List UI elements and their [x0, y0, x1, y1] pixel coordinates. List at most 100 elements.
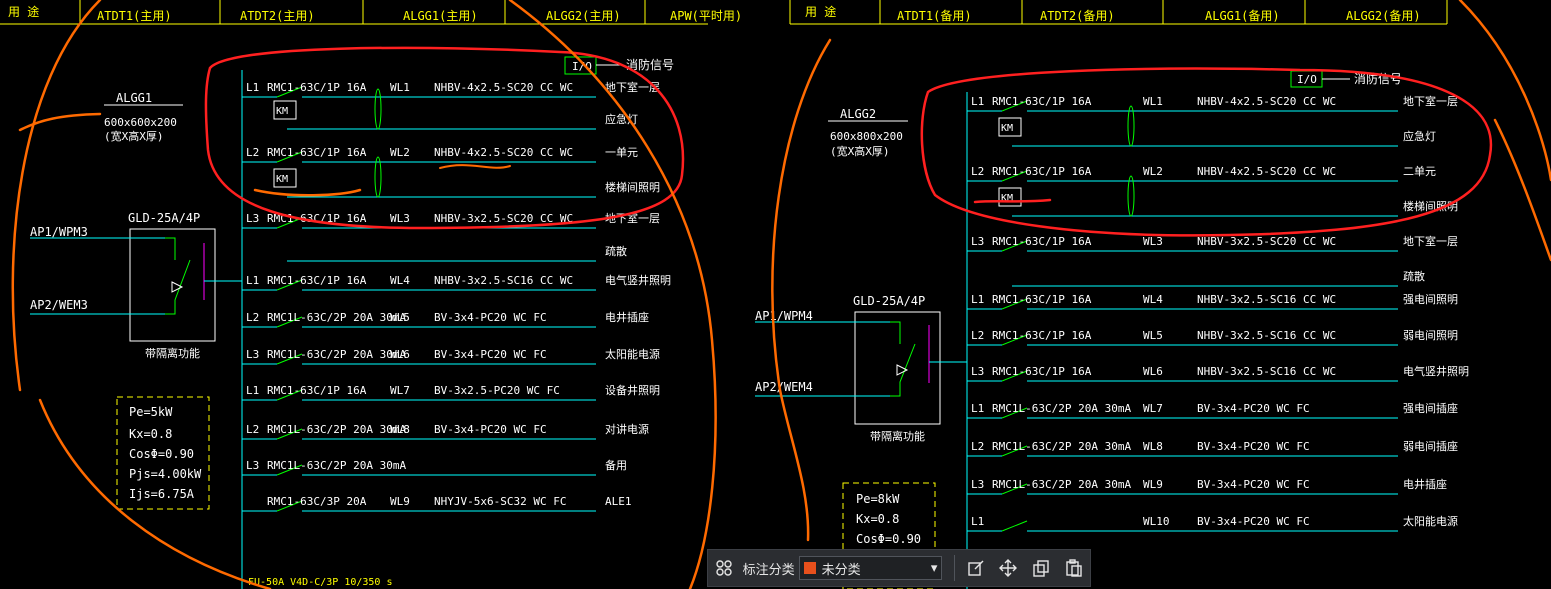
panel-size-note: (宽X高X厚)	[104, 129, 164, 143]
circuit-row[interactable]: L3 RMC1-63C/1P 16A WL3 NHBV-3x2.5-SC20 CC W…	[967, 234, 1458, 252]
circuit-row[interactable]: L1 RMC1-63C/1P 16A WL7 BV-3x2.5-PC20 WC FC 设…	[242, 383, 660, 401]
breaker-label: RMC1-63C/1P 16A	[992, 293, 1092, 306]
wl-label: WL3	[390, 212, 410, 225]
circuit-row[interactable]: 应急灯KM	[273, 88, 638, 130]
circuit-row[interactable]: L1 RMC1-63C/1P 16A WL4 NHBV-3x2.5-SC16 CC W…	[967, 293, 1458, 310]
header-code: ATDT1(备用)	[897, 9, 972, 23]
copy-icon[interactable]	[1027, 553, 1056, 583]
phase-label: L1	[246, 274, 259, 287]
contactor-label: KM	[276, 174, 288, 185]
destination-label: 太阳能电源	[1403, 514, 1458, 528]
phase-label: L2	[246, 423, 259, 436]
circuit-row[interactable]: L3 RMC1-63C/1P 16A WL6 NHBV-3x2.5-SC16 CC W…	[967, 364, 1469, 382]
io-label: I/O	[1297, 73, 1317, 86]
wl-label: WL2	[390, 146, 410, 159]
breaker-label: RMC1-63C/1P 16A	[992, 365, 1092, 378]
header-code: ALGG2(备用)	[1346, 9, 1421, 23]
contactor-label: KM	[1001, 123, 1013, 134]
destination-label: 设备井照明	[605, 383, 660, 397]
destination-label: 地下室一层	[1403, 94, 1458, 108]
cable-label: NHBV-4x2.5-SC20 CC WC	[1197, 165, 1336, 178]
circuit-row[interactable]: L2 RMC1L-63C/2P 20A 30mAWL5 BV-3x4-PC20 WC…	[242, 310, 649, 328]
circuit-row[interactable]: L2 RMC1-63C/1P 16A WL5 NHBV-3x2.5-SC16 CC W…	[967, 329, 1458, 346]
phase-label: L3	[246, 212, 259, 225]
cable-bundle-mark	[1127, 105, 1135, 147]
circuit-row[interactable]: L1 RMC1L-63C/2P 20A 30mA WL7 BV-3x4-PC20 WC…	[967, 401, 1458, 419]
chevron-down-icon: ▾	[930, 560, 938, 576]
edit-icon[interactable]	[961, 553, 990, 583]
cable-label: NHBV-3x2.5-SC20 CC WC	[1197, 235, 1336, 248]
wl-label: WL3	[1143, 235, 1163, 248]
destination-label: ALE1	[605, 495, 632, 508]
right-circuit-list: L1 RMC1-63C/1P 16A WL1 NHBV-4x2.5-SC20 CC W…	[967, 94, 1469, 532]
destination-label: 电井插座	[605, 310, 649, 324]
cable-label: BV-3x4-PC20 WC FC	[1197, 478, 1310, 491]
cable-label: NHBV-3x2.5-SC16 CC WC	[1197, 293, 1336, 306]
destination-label: 备用	[605, 458, 627, 472]
cable-label: NHBV-4x2.5-SC20 CC WC	[434, 81, 573, 94]
wl-label: WL8	[1143, 440, 1163, 453]
circuit-row[interactable]: L1 RMC1-63C/1P 16A WL1 NHBV-4x2.5-SC20 CC W…	[967, 94, 1458, 112]
circuit-row[interactable]: L2 RMC1-63C/1P 16A WL2 NHBV-4x2.5-SC20 CC W…	[967, 165, 1436, 182]
annotation-category-label: 标注分类	[742, 562, 795, 578]
circuit-row[interactable]: L3 RMC1L-63C/2P 20A 30mA WL9 BV-3x4-PC20 WC…	[967, 477, 1447, 495]
cable-label: NHBV-3x2.5-SC16 CC WC	[1197, 365, 1336, 378]
grid-icon[interactable]	[710, 553, 739, 583]
cable-label: BV-3x4-PC20 WC FC	[1197, 440, 1310, 453]
calc-line: Kx=0.8	[129, 427, 172, 441]
circuit-row[interactable]: L1 RMC1-63C/1P 16A WL4 NHBV-3x2.5-SC16 CC W…	[242, 273, 671, 291]
circuit-row[interactable]: 疏散	[287, 244, 627, 262]
destination-label: 二单元	[1403, 165, 1436, 178]
circuit-row[interactable]: L2RMC1L-63C/2P 20A 30mAWL8BV-3x4-PC20 WC…	[967, 439, 1458, 457]
category-color-swatch	[803, 562, 816, 574]
wl-label: WL9	[390, 495, 410, 508]
breaker-label: RMC1L-63C/2P 20A 30mA	[992, 440, 1131, 453]
breaker-blade	[1001, 520, 1028, 532]
calc-line: Kx=0.8	[856, 512, 899, 526]
phase-label: L1	[246, 384, 259, 397]
breaker-label: RMC1L-63C/2P 20A 30mA	[992, 402, 1131, 415]
phase-label: L3	[246, 459, 259, 472]
panel-size-note: (宽X高X厚)	[830, 144, 890, 158]
circuit-row[interactable]: L1 RMC1-63C/1P 16A WL1 NHBV-4x2.5-SC20 CC W…	[242, 80, 660, 98]
wl-label: WL7	[1143, 402, 1163, 415]
calc-line: CosΦ=0.90	[856, 532, 921, 546]
cad-drawing[interactable]: 用 途 ATDT1(主用) ATDT2(主用) ALGG1(主用) ALGG2(…	[0, 0, 1551, 589]
circuit-row[interactable]: L2RMC1L-63C/2P 20A 30mAWL8BV-3x4-PC20 WC…	[242, 422, 649, 440]
circuit-row[interactable]: L3 RMC1L-63C/2P 20A 30mAWL6 BV-3x4-PC20 WC…	[242, 347, 660, 365]
wl-label: WL4	[390, 274, 410, 287]
phase-label: L2	[971, 329, 984, 342]
paste-icon[interactable]	[1059, 553, 1088, 583]
destination-label: 地下室一层	[1403, 234, 1458, 248]
circuit-row[interactable]: L3 RMC1L-63C/2P 20A 30mA 备用	[242, 458, 627, 476]
cable-bundle-mark	[374, 156, 382, 198]
panel-name: ALGG2	[840, 107, 876, 121]
circuit-row[interactable]: 疏散	[1012, 269, 1425, 287]
calc-line: CosΦ=0.90	[129, 447, 194, 461]
destination-label: 一单元	[605, 146, 638, 159]
left-panel: ALGG1 600x600x200 (宽X高X厚) GLD-25A/4P 带隔离…	[30, 56, 674, 589]
circuit-row[interactable]: 应急灯KM	[998, 105, 1436, 147]
phase-label: L1	[971, 515, 984, 528]
phase-label: L2	[971, 165, 984, 178]
cable-bundle-mark	[1127, 175, 1135, 217]
circuit-row[interactable]: RMC1-63C/3P 20A WL9 NHYJV-5x6-SC32 WC FC AL…	[242, 495, 632, 512]
annotation-category-select[interactable]: 未分类 ▾	[798, 556, 943, 580]
right-panel: ALGG2 600x800x200 (宽X高X厚) GLD-25A/4P 带隔离…	[755, 70, 1469, 589]
circuit-row[interactable]: 楼梯间照明KM	[998, 175, 1458, 217]
circuit-row[interactable]: 楼梯间照明KM	[273, 156, 660, 198]
circuit-row[interactable]: L2 RMC1-63C/1P 16A WL2 NHBV-4x2.5-SC20 CC W…	[242, 146, 638, 163]
cable-label: BV-3x4-PC20 WC FC	[434, 423, 547, 436]
phase-label: L2	[246, 146, 259, 159]
feeder-1-label: AP1/WPM3	[30, 225, 88, 239]
breaker-label: RMC1-63C/1P 16A	[992, 235, 1092, 248]
destination-label: 疏散	[1403, 269, 1425, 283]
circuit-row[interactable]: L1 WL10 BV-3x4-PC20 WC FC 太阳能电源	[967, 514, 1458, 532]
breaker-label: RMC1-63C/1P 16A	[267, 81, 367, 94]
main-switch-note: 带隔离功能	[145, 346, 200, 360]
wl-label: WL10	[1143, 515, 1170, 528]
destination-label: 弱电间插座	[1403, 439, 1458, 453]
move-icon[interactable]	[994, 553, 1023, 583]
breaker-label: RMC1-63C/1P 16A	[267, 274, 367, 287]
main-switch-label: GLD-25A/4P	[128, 211, 200, 225]
